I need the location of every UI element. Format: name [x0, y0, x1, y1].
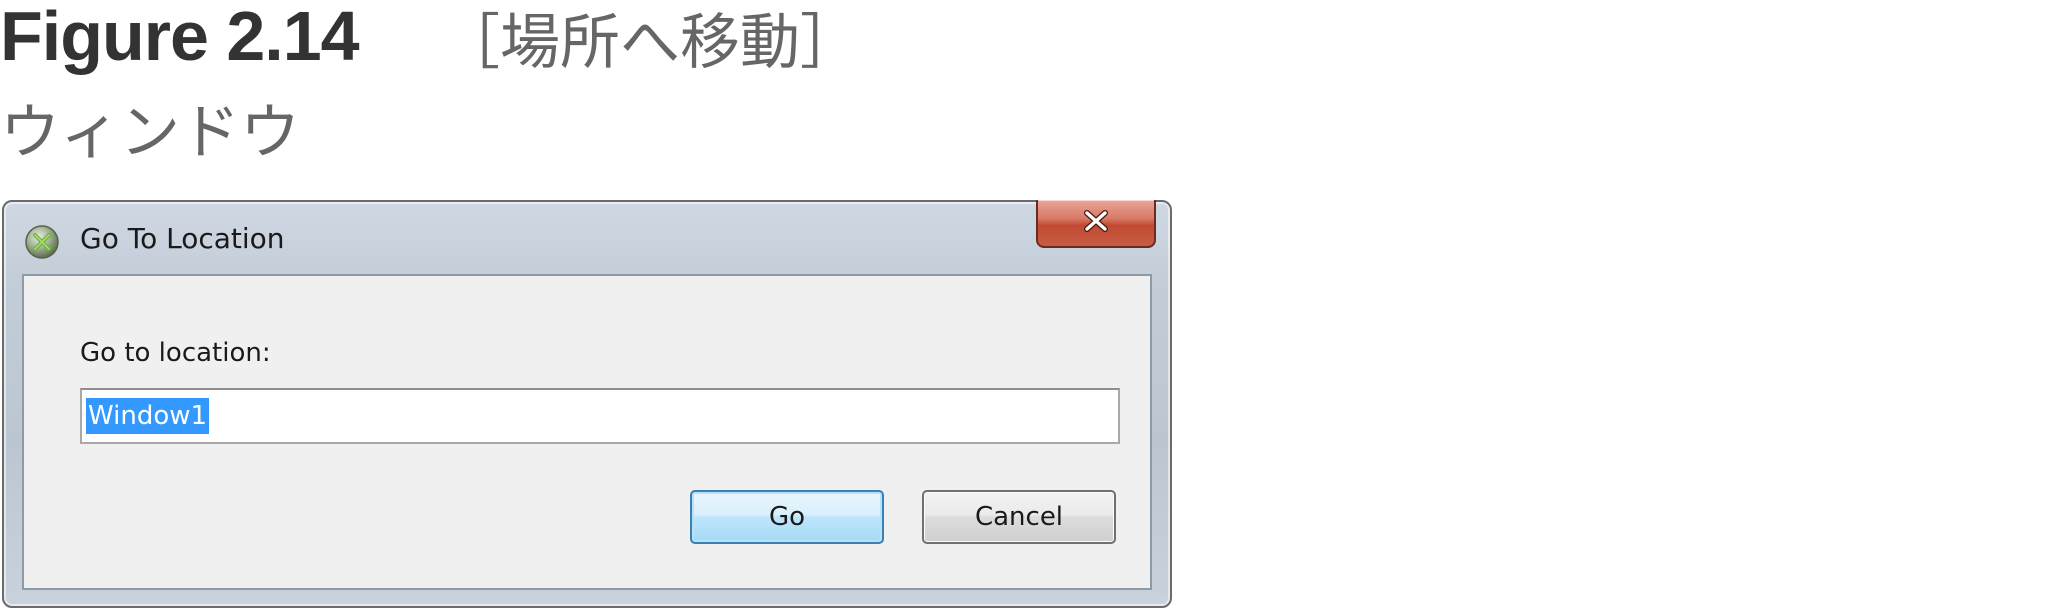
go-button[interactable]: Go [690, 490, 884, 544]
title-bar[interactable]: Go To Location [4, 200, 1170, 274]
location-input[interactable]: Window1 [80, 388, 1120, 444]
location-label: Go to location: [80, 338, 271, 368]
figure-title-part1: ［場所へ移動］ [440, 8, 860, 78]
location-input-value[interactable]: Window1 [86, 398, 210, 434]
dialog-client-area: Go to location: Window1 Go Cancel [22, 274, 1152, 590]
close-button[interactable] [1036, 200, 1156, 248]
figure-label: Figure 2.14 [0, 0, 360, 75]
app-icon [24, 224, 60, 260]
window-title: Go To Location [80, 222, 285, 255]
close-icon [1081, 209, 1111, 237]
go-to-location-dialog: Go To Location Go to location: Window1 G… [2, 200, 1172, 608]
cancel-button[interactable]: Cancel [922, 490, 1116, 544]
figure-title-part2: ウィンドウ [0, 98, 300, 168]
